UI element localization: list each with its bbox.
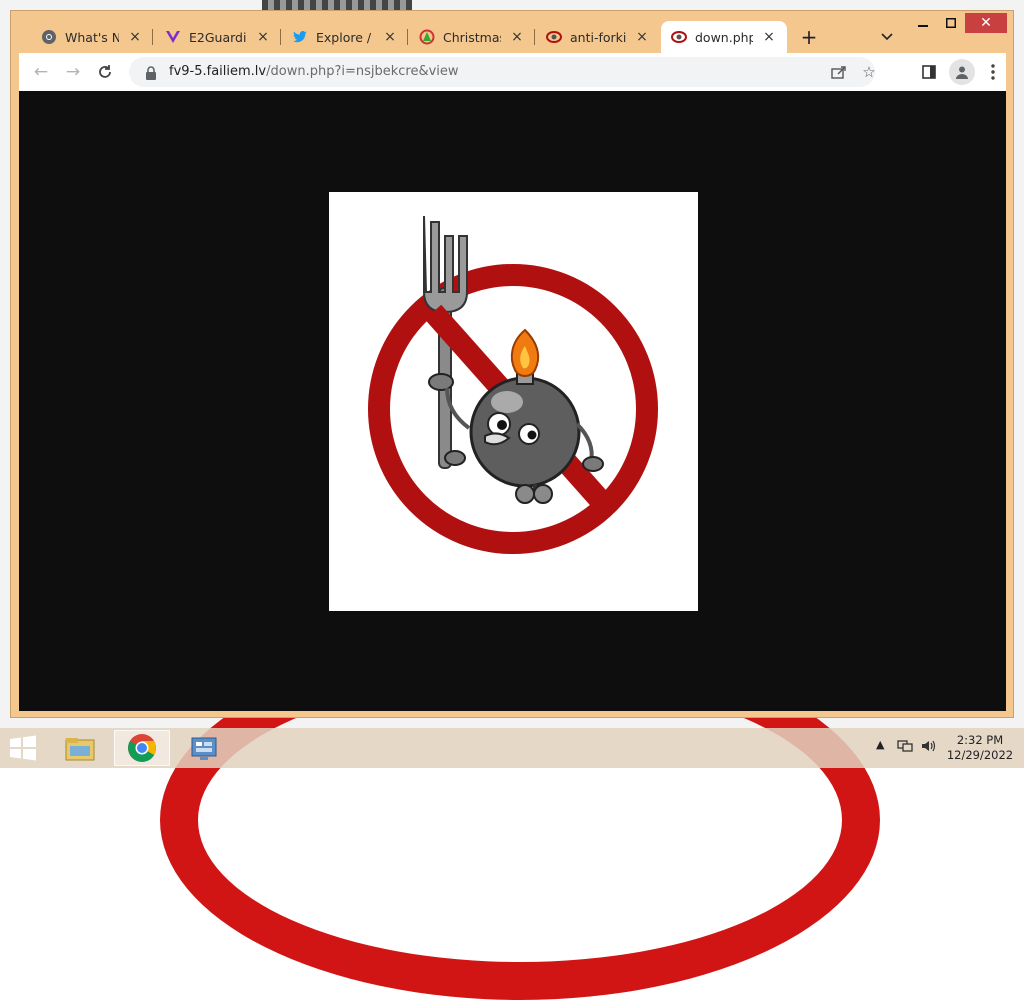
- maximize-button[interactable]: [937, 13, 965, 33]
- folder-icon: [65, 738, 95, 761]
- close-tab-icon[interactable]: ×: [761, 29, 777, 45]
- server-manager-taskbar-button[interactable]: [176, 730, 232, 766]
- file-explorer-taskbar-button[interactable]: [52, 730, 108, 766]
- tab-title: Explore / Tw: [316, 29, 374, 45]
- new-tab-button[interactable]: +: [797, 25, 821, 49]
- windows-logo-icon: [10, 735, 36, 761]
- share-icon[interactable]: [829, 62, 849, 82]
- show-hidden-icons-icon[interactable]: ▲: [876, 738, 884, 751]
- lock-icon[interactable]: [145, 65, 157, 80]
- vercel-icon: [165, 29, 181, 45]
- chrome-taskbar-button[interactable]: [114, 730, 170, 766]
- close-tab-icon[interactable]: ×: [127, 29, 143, 45]
- christmas-icon: [419, 29, 435, 45]
- start-button[interactable]: [8, 734, 38, 762]
- chrome-logo-icon: [128, 734, 156, 762]
- close-tab-icon[interactable]: ×: [382, 29, 398, 45]
- close-tab-icon[interactable]: ×: [634, 29, 650, 45]
- tab-down-php[interactable]: down.php I ×: [661, 21, 787, 53]
- tab-anti-forkies[interactable]: anti-forkies ×: [536, 21, 660, 53]
- volume-icon[interactable]: [920, 739, 936, 756]
- forward-arrow-icon[interactable]: →: [61, 60, 85, 84]
- twitter-icon: [292, 29, 308, 45]
- tab-title: down.php I: [695, 29, 753, 45]
- anti-forkies-icon: [671, 29, 687, 45]
- close-tab-icon[interactable]: ×: [255, 29, 271, 45]
- taskbar: ▲ 2:32 PM 12/29/2022: [0, 728, 1024, 768]
- viewed-image[interactable]: [329, 192, 698, 611]
- server-manager-icon: [191, 737, 217, 760]
- browser-window: What's New × E2Guardian × Explore / Tw ×…: [10, 10, 1014, 718]
- tab-title: Christmas C: [443, 29, 501, 45]
- clock-time: 2:32 PM: [956, 733, 1004, 747]
- desktop-wallpaper-art: [262, 0, 412, 10]
- close-tab-icon[interactable]: ×: [509, 29, 525, 45]
- tab-title: anti-forkies: [570, 29, 626, 45]
- network-icon[interactable]: [897, 739, 913, 756]
- tab-whats-new[interactable]: What's New ×: [31, 21, 153, 53]
- url-host: fv9-5.failiem.lv: [169, 64, 267, 79]
- clock-date: 12/29/2022: [946, 748, 1014, 762]
- anti-forkies-icon: [546, 29, 562, 45]
- reload-icon[interactable]: [93, 60, 117, 84]
- tab-search-chevron-icon[interactable]: [875, 25, 899, 49]
- tab-explore-twitter[interactable]: Explore / Tw ×: [282, 21, 408, 53]
- side-panel-icon[interactable]: [917, 60, 941, 84]
- tab-title: What's New: [65, 29, 119, 45]
- url-path: /down.php?i=nsjbekcre&view: [266, 64, 459, 79]
- back-arrow-icon[interactable]: ←: [29, 60, 53, 84]
- tab-strip: What's New × E2Guardian × Explore / Tw ×…: [11, 11, 1013, 53]
- browser-toolbar: ← → fv9-5.failiem.lv/down.php?i=nsjbekcr…: [19, 53, 1006, 91]
- url-text[interactable]: fv9-5.failiem.lv/down.php?i=nsjbekcre&vi…: [169, 64, 459, 79]
- menu-kebab-icon[interactable]: [981, 60, 1005, 84]
- taskbar-clock[interactable]: 2:32 PM 12/29/2022: [944, 733, 1016, 763]
- bookmark-star-icon[interactable]: ☆: [859, 62, 879, 82]
- tab-christmas[interactable]: Christmas C ×: [409, 21, 535, 53]
- chrome-icon: [41, 29, 57, 45]
- minimize-button[interactable]: [909, 13, 937, 33]
- profile-avatar-icon[interactable]: [949, 59, 975, 85]
- address-bar[interactable]: fv9-5.failiem.lv/down.php?i=nsjbekcre&vi…: [129, 57, 876, 87]
- tab-e2guardian[interactable]: E2Guardian ×: [155, 21, 281, 53]
- close-window-button[interactable]: ✕: [965, 13, 1007, 33]
- page-content: [19, 91, 1006, 711]
- tab-title: E2Guardian: [189, 29, 247, 45]
- anti-fork-bomb-illustration: [368, 215, 658, 554]
